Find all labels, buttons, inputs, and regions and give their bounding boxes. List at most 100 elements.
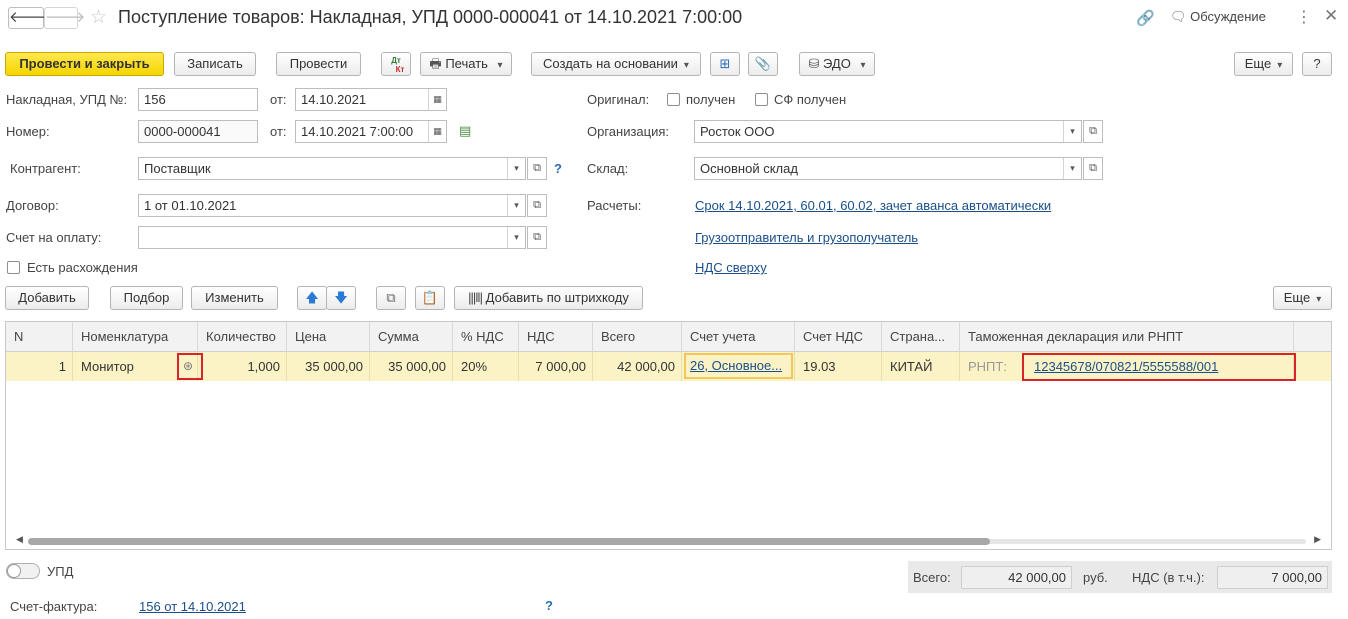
number-input[interactable]: 0000-000041: [138, 120, 258, 143]
save-button[interactable]: Записать: [174, 52, 256, 76]
table-more-button[interactable]: Еще: [1273, 286, 1332, 310]
settlements-link[interactable]: Срок 14.10.2021, 60.01, 60.02, зачет ава…: [695, 198, 1051, 213]
invoice-label: Накладная, УПД №:: [6, 92, 128, 107]
row-vat-rate[interactable]: 20%: [453, 352, 519, 381]
row-account[interactable]: 26, Основное...: [682, 352, 795, 381]
shipper-link[interactable]: Грузоотправитель и грузополучатель: [695, 230, 918, 245]
horizontal-scrollbar[interactable]: ◀ ▶: [16, 534, 1321, 545]
add-by-barcode-button[interactable]: |||‖| Добавить по штрихкоду: [454, 286, 643, 310]
calendar-icon[interactable]: ▦: [428, 121, 446, 142]
col-vat-account[interactable]: Счет НДС: [795, 322, 882, 352]
chat-icon: 🗨: [1170, 9, 1187, 24]
row-sum[interactable]: 35 000,00: [370, 352, 453, 381]
invoice-from-label: от:: [270, 92, 287, 107]
row-vat-account[interactable]: 19.03: [795, 352, 882, 381]
hierarchy-icon: ⊞: [719, 56, 731, 71]
invoice-footer-link[interactable]: 156 от 14.10.2021: [139, 599, 246, 614]
calendar-icon[interactable]: ▦: [428, 89, 446, 110]
row-total[interactable]: 42 000,00: [593, 352, 682, 381]
barcode-icon: |||‖|: [468, 290, 483, 305]
create-based-on-button[interactable]: Создать на основании: [531, 52, 701, 76]
account-cell-box[interactable]: 26, Основное...: [684, 353, 793, 379]
discussion-button[interactable]: 🗨 Обсуждение: [1170, 9, 1266, 25]
attach-button[interactable]: 📎: [748, 52, 778, 76]
more-button[interactable]: Еще: [1234, 52, 1293, 76]
invoice-number-input[interactable]: 156: [138, 88, 258, 111]
organization-label: Организация:: [587, 124, 670, 139]
move-down-button[interactable]: 🡇: [326, 286, 356, 310]
col-total[interactable]: Всего: [593, 322, 682, 352]
invoice-help[interactable]: ?: [545, 598, 553, 613]
post-and-close-button[interactable]: Провести и закрыть: [5, 52, 164, 76]
help-button[interactable]: ?: [1302, 52, 1332, 76]
post-button[interactable]: Провести: [276, 52, 361, 76]
structure-button[interactable]: ⊞: [710, 52, 740, 76]
edo-button[interactable]: ⛁ ЭДО: [799, 52, 875, 76]
col-price[interactable]: Цена: [287, 322, 370, 352]
sf-received-checkbox[interactable]: [755, 93, 768, 106]
favorite-star-icon[interactable]: ☆: [90, 6, 107, 29]
vat-on-top-link[interactable]: НДС сверху: [695, 260, 767, 275]
dtkt-button[interactable]: Дт Кт: [381, 52, 411, 76]
chevron-down-icon[interactable]: ▾: [1063, 121, 1081, 142]
scroll-thumb[interactable]: [28, 538, 990, 545]
add-row-button[interactable]: Добавить: [5, 286, 89, 310]
link-icon[interactable]: 🔗: [1136, 9, 1155, 27]
organization-open-button[interactable]: ⧉: [1083, 120, 1103, 143]
print-button[interactable]: 🖶 Печать: [420, 52, 512, 76]
copy-row-button[interactable]: ⧉: [376, 286, 406, 310]
chevron-down-icon[interactable]: ▾: [507, 195, 525, 216]
paste-button[interactable]: 📋: [415, 286, 445, 310]
nav-back-button[interactable]: 🡐: [8, 7, 49, 29]
counterparty-open-button[interactable]: ⧉: [527, 157, 547, 180]
col-filler: [1294, 322, 1331, 352]
col-item[interactable]: Номенклатура: [73, 322, 198, 352]
dtkt-icon: Дт Кт: [391, 56, 405, 74]
chevron-down-icon[interactable]: ▾: [507, 158, 525, 179]
col-customs[interactable]: Таможенная декларация или РНПТ: [960, 322, 1294, 352]
chevron-down-icon[interactable]: ▾: [507, 227, 525, 248]
col-sum[interactable]: Сумма: [370, 322, 453, 352]
payment-open-button[interactable]: ⧉: [527, 226, 547, 249]
upd-toggle[interactable]: [6, 563, 40, 579]
close-icon[interactable]: ✕: [1324, 6, 1338, 26]
organization-input[interactable]: Росток ООО ▾: [694, 120, 1082, 143]
edit-row-button[interactable]: Изменить: [191, 286, 278, 310]
row-price[interactable]: 35 000,00: [287, 352, 370, 381]
copy-icon: ⧉: [386, 290, 396, 305]
counterparty-help[interactable]: ?: [554, 161, 562, 176]
warehouse-open-button[interactable]: ⧉: [1083, 157, 1103, 180]
scroll-left-icon[interactable]: ◀: [16, 534, 23, 545]
edit-number-icon[interactable]: ▤: [459, 124, 471, 137]
chevron-down-icon[interactable]: ▾: [1063, 158, 1081, 179]
col-vat[interactable]: НДС: [519, 322, 593, 352]
arrow-up-icon: 🡅: [305, 290, 319, 305]
scroll-right-icon[interactable]: ▶: [1314, 534, 1321, 545]
contract-input[interactable]: 1 от 01.10.2021 ▾: [138, 194, 526, 217]
pick-button[interactable]: Подбор: [110, 286, 183, 310]
received-checkbox[interactable]: [667, 93, 680, 106]
move-up-button[interactable]: 🡅: [297, 286, 327, 310]
counterparty-input[interactable]: Поставщик ▾: [138, 157, 526, 180]
invoice-date-input[interactable]: 14.10.2021 ▦: [295, 88, 447, 111]
settlements-label: Расчеты:: [587, 198, 642, 213]
item-card-icon[interactable]: ⊛: [183, 359, 193, 373]
contract-open-button[interactable]: ⧉: [527, 194, 547, 217]
highlight-item-icon: ⊛: [177, 353, 203, 380]
nav-forward-button[interactable]: 🡒: [44, 7, 85, 29]
col-n[interactable]: N: [6, 322, 73, 352]
col-country[interactable]: Страна...: [882, 322, 960, 352]
col-account[interactable]: Счет учета: [682, 322, 795, 352]
row-country[interactable]: КИТАЙ: [882, 352, 960, 381]
payment-input[interactable]: ▾: [138, 226, 526, 249]
col-vat-rate[interactable]: % НДС: [453, 322, 519, 352]
warehouse-input[interactable]: Основной склад ▾: [694, 157, 1082, 180]
number-date-input[interactable]: 14.10.2021 7:00:00 ▦: [295, 120, 447, 143]
totals-panel: Всего: 42 000,00 руб. НДС (в т.ч.): 7 00…: [908, 561, 1332, 593]
row-vat[interactable]: 7 000,00: [519, 352, 593, 381]
col-qty[interactable]: Количество: [198, 322, 287, 352]
toggle-knob: [7, 564, 21, 578]
row-qty[interactable]: 1,000: [198, 352, 287, 381]
more-vertical-icon[interactable]: ⋮: [1296, 7, 1312, 27]
discrepancy-checkbox[interactable]: [7, 261, 20, 274]
